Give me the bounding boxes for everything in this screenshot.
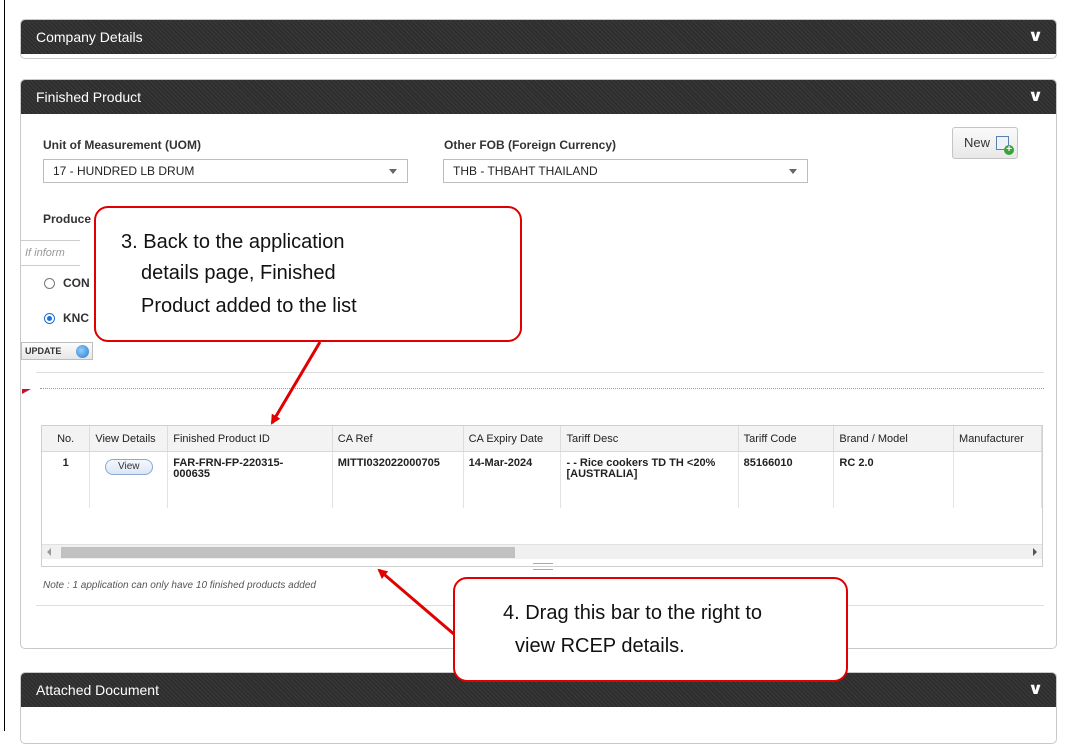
dotted-divider: [40, 388, 1044, 389]
chevron-double-down-icon[interactable]: ∨: [1028, 80, 1044, 114]
attached-document-title: Attached Document: [36, 682, 159, 698]
fob-label: Other FOB (Foreign Currency): [444, 138, 617, 152]
cell-tariff-code: 85166010: [738, 451, 835, 508]
column-header[interactable]: Manufacturer: [953, 426, 1042, 452]
finished-products-table: No. View Details Finished Product ID CA …: [42, 426, 1042, 508]
column-header[interactable]: View Details: [89, 426, 169, 452]
table-header-row: No. View Details Finished Product ID CA …: [42, 426, 1042, 452]
radio-con[interactable]: [44, 278, 55, 289]
scroll-left-arrow-icon[interactable]: [47, 548, 51, 556]
radio-knc-label: KNC: [63, 311, 89, 325]
uom-select[interactable]: 17 - HUNDRED LB DRUM: [43, 159, 408, 183]
producer-label: Produce: [43, 212, 92, 226]
cell-view: View: [89, 451, 169, 508]
attached-document-panel: Attached Document ∨: [20, 672, 1057, 744]
update-button[interactable]: UPDATE: [21, 342, 93, 360]
finished-products-grid: No. View Details Finished Product ID CA …: [41, 425, 1043, 567]
uom-label: Unit of Measurement (UOM): [43, 138, 202, 152]
column-header[interactable]: CA Ref: [332, 426, 464, 452]
cell-product-id: FAR-FRN-FP-220315- 000635: [167, 451, 333, 508]
view-button[interactable]: View: [104, 459, 153, 475]
new-document-icon: [996, 136, 1014, 155]
cell-tariff-desc: - - Rice cookers TD TH <20% [AUSTRALIA]: [560, 451, 739, 508]
uom-selected-value: 17 - HUNDRED LB DRUM: [53, 164, 195, 178]
fob-selected-value: THB - THBAHT THAILAND: [453, 164, 598, 178]
callout-step4-line2: view RCEP details.: [515, 635, 685, 657]
cell-ca-ref: MITTI032022000705: [332, 451, 464, 508]
callout-step3-line1: 3. Back to the application: [121, 231, 345, 253]
column-header[interactable]: No.: [42, 426, 91, 452]
callout-step4-line1: 4. Drag this bar to the right to: [503, 602, 763, 624]
scrollbar-thumb[interactable]: [61, 547, 515, 558]
cell-brand-model: RC 2.0: [833, 451, 955, 508]
callout-step4: 4. Drag this bar to the right to view RC…: [453, 577, 848, 682]
limit-note: Note : 1 application can only have 10 fi…: [43, 580, 316, 591]
fob-select[interactable]: THB - THBAHT THAILAND: [443, 159, 808, 183]
callout-step3: 3. Back to the application details page,…: [94, 206, 522, 342]
new-button-label: New: [964, 135, 991, 150]
radio-con-label: CON: [63, 276, 90, 290]
finished-product-title: Finished Product: [36, 89, 142, 105]
new-button[interactable]: New: [952, 127, 1018, 159]
company-details-title: Company Details: [36, 29, 143, 45]
chevron-double-down-icon[interactable]: ∨: [1028, 673, 1044, 707]
chevron-down-icon: [789, 169, 797, 174]
cell-no: 1: [42, 451, 91, 508]
update-button-label: UPDATE: [25, 346, 62, 356]
info-input[interactable]: If inform: [20, 240, 80, 266]
scroll-right-arrow-icon[interactable]: [1033, 548, 1037, 556]
column-header[interactable]: Finished Product ID: [167, 426, 333, 452]
section-divider: [36, 372, 1044, 373]
red-flag-icon: [22, 389, 31, 399]
column-header[interactable]: Tariff Desc: [560, 426, 739, 452]
callout-step3-line3: Product added to the list: [141, 295, 357, 317]
horizontal-scrollbar[interactable]: [42, 544, 1042, 559]
refresh-icon: [76, 345, 89, 358]
cell-manufacturer: [953, 451, 1042, 508]
company-details-panel: Company Details ∨: [20, 19, 1057, 59]
grid-resize-handle[interactable]: [533, 563, 553, 570]
table-row: 1 View FAR-FRN-FP-220315- 000635 MITTI03…: [42, 451, 1042, 508]
column-header[interactable]: Brand / Model: [833, 426, 955, 452]
product-id-line2: 000635: [173, 468, 210, 480]
chevron-down-icon: [389, 169, 397, 174]
finished-product-header[interactable]: Finished Product ∨: [21, 80, 1056, 114]
company-details-header[interactable]: Company Details ∨: [21, 20, 1056, 54]
column-header[interactable]: Tariff Code: [738, 426, 835, 452]
radio-knc[interactable]: [44, 313, 55, 324]
tariff-desc-line2: [AUSTRALIA]: [566, 468, 638, 480]
cell-ca-expiry: 14-Mar-2024: [463, 451, 562, 508]
left-border-line: [4, 0, 5, 731]
chevron-double-down-icon[interactable]: ∨: [1028, 20, 1044, 54]
column-header[interactable]: CA Expiry Date: [463, 426, 562, 452]
callout-step3-line2: details page, Finished: [141, 262, 336, 284]
